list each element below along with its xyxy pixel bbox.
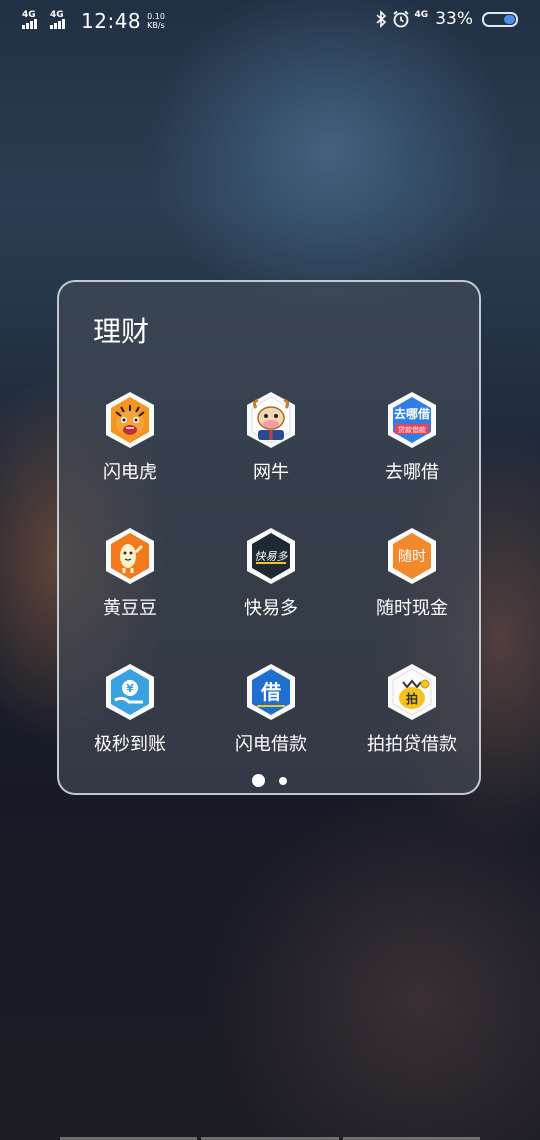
app-wangniu[interactable]: 网牛 xyxy=(206,390,336,500)
icon-text: 去哪借 xyxy=(394,406,430,421)
app-qunajie[interactable]: 去哪借 贷款借款 去哪借 xyxy=(347,390,477,500)
icon-text: 快易多 xyxy=(255,550,289,563)
app-shandianhu[interactable]: 闪电虎 xyxy=(65,390,195,500)
app-kuaiyiduo[interactable]: 快易多 快易多 xyxy=(206,526,336,636)
app-suishixianjin[interactable]: 随时 随时现金 xyxy=(347,526,477,636)
kuaiyiduo-icon: 快易多 xyxy=(242,526,300,586)
icon-text: 借 xyxy=(260,680,281,704)
bean-mascot-icon xyxy=(101,526,159,586)
network-speed: 0.10 KB/s xyxy=(147,12,165,30)
signal-strength-icon: 4G xyxy=(50,11,74,31)
network-speed-value: 0.10 xyxy=(147,12,165,21)
signal-strength-icon: 4G xyxy=(22,11,46,31)
app-label: 快易多 xyxy=(244,598,298,619)
folder-title[interactable]: 理财 xyxy=(93,310,149,350)
shandianjiekuan-icon: 借 xyxy=(242,662,300,722)
jimiaodaozhang-icon: ¥ xyxy=(101,662,159,722)
app-jimiaodaozhang[interactable]: ¥ 极秒到账 xyxy=(65,662,195,772)
suishixianjin-icon: 随时 xyxy=(383,526,441,586)
page-indicator xyxy=(59,774,479,787)
app-label: 极秒到账 xyxy=(94,734,166,755)
alarm-icon xyxy=(392,10,410,28)
icon-text: 随时 xyxy=(398,549,426,565)
status-bar: 4G 4G 12:48 0.10 KB/s 4G 33% xyxy=(0,0,540,42)
app-huangdoudou[interactable]: 黄豆豆 xyxy=(65,526,195,636)
page-dot[interactable] xyxy=(278,776,287,785)
bluetooth-icon xyxy=(376,10,387,28)
app-paipaidai[interactable]: 拍 拍拍贷借款 xyxy=(347,662,477,772)
clock: 12:48 xyxy=(81,9,142,33)
money-bag-icon: 拍 xyxy=(383,662,441,722)
battery-percent: 33% xyxy=(435,9,473,29)
qunajie-icon: 去哪借 贷款借款 xyxy=(383,390,441,450)
app-shandianjiekuan[interactable]: 借 闪电借款 xyxy=(206,662,336,772)
battery-level-fill xyxy=(504,14,515,24)
app-label: 拍拍贷借款 xyxy=(367,734,457,755)
network-type-label: 4G xyxy=(414,10,429,20)
icon-text: ¥ xyxy=(126,682,134,695)
cow-icon xyxy=(242,390,300,450)
battery-icon xyxy=(482,11,518,27)
app-label: 网牛 xyxy=(253,462,289,483)
tiger-icon xyxy=(101,390,159,450)
app-label: 闪电借款 xyxy=(235,734,307,755)
app-label: 闪电虎 xyxy=(103,462,157,483)
page-dot-active[interactable] xyxy=(251,774,265,787)
icon-subtext: 贷款借款 xyxy=(398,425,426,434)
app-label: 随时现金 xyxy=(376,598,448,619)
icon-text: 拍 xyxy=(406,691,418,706)
app-label: 去哪借 xyxy=(385,462,439,483)
network-speed-unit: KB/s xyxy=(147,21,165,30)
app-folder[interactable]: 理财 闪电虎 网牛 去哪借 贷款借款 去哪借 黄豆豆 快易多 快易多 随时 随时… xyxy=(57,280,481,795)
app-label: 黄豆豆 xyxy=(103,598,157,619)
